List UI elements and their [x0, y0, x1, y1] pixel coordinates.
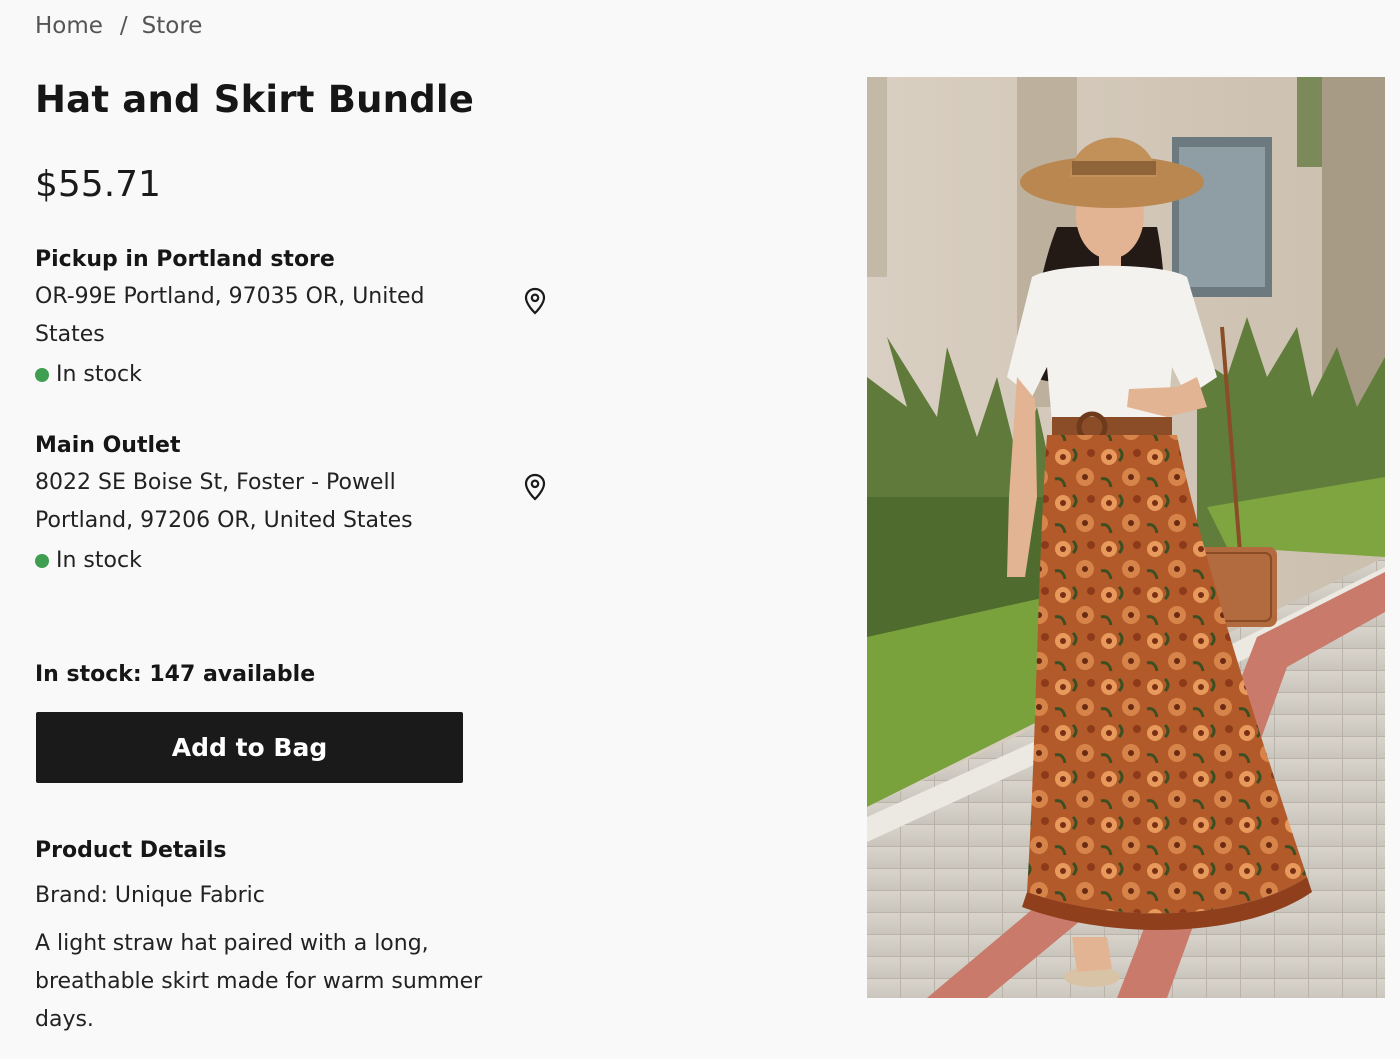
breadcrumb-home-link[interactable]: Home — [35, 13, 103, 39]
product-description: A light straw hat paired with a long, br… — [35, 931, 483, 1032]
product-image[interactable] — [867, 77, 1385, 998]
breadcrumb: Home / Store — [35, 13, 202, 39]
add-to-bag-button[interactable]: Add to Bag — [36, 712, 463, 783]
inventory-count: In stock: 147 available — [35, 662, 316, 687]
store-address: OR-99E Portland, 97035 OR, United States — [35, 284, 425, 347]
map-pin-icon[interactable] — [523, 287, 547, 315]
product-title: Hat and Skirt Bundle — [35, 78, 475, 121]
breadcrumb-separator: / — [119, 13, 128, 39]
product-price: $55.71 — [35, 164, 161, 205]
store-availability-main-outlet: Main Outlet 8022 SE Boise St, Foster - P… — [35, 433, 555, 580]
stock-status-label: In stock — [56, 362, 142, 387]
store-name: Main Outlet — [35, 433, 181, 458]
store-availability-portland: Pickup in Portland store OR-99E Portland… — [35, 247, 555, 394]
map-pin-icon[interactable] — [523, 473, 547, 501]
stock-status: In stock — [35, 542, 555, 580]
stock-status-label: In stock — [56, 548, 142, 573]
stock-status: In stock — [35, 356, 555, 394]
in-stock-dot-icon — [35, 368, 49, 382]
breadcrumb-store-link[interactable]: Store — [142, 13, 203, 39]
product-page: Home / Store Hat and Skirt Bundle $55.71… — [0, 0, 1400, 1059]
store-name: Pickup in Portland store — [35, 247, 335, 272]
product-details-heading: Product Details — [35, 838, 227, 863]
product-brand: Brand: Unique Fabric — [35, 883, 265, 908]
store-address: 8022 SE Boise St, Foster - Powell Portla… — [35, 470, 413, 533]
in-stock-dot-icon — [35, 554, 49, 568]
